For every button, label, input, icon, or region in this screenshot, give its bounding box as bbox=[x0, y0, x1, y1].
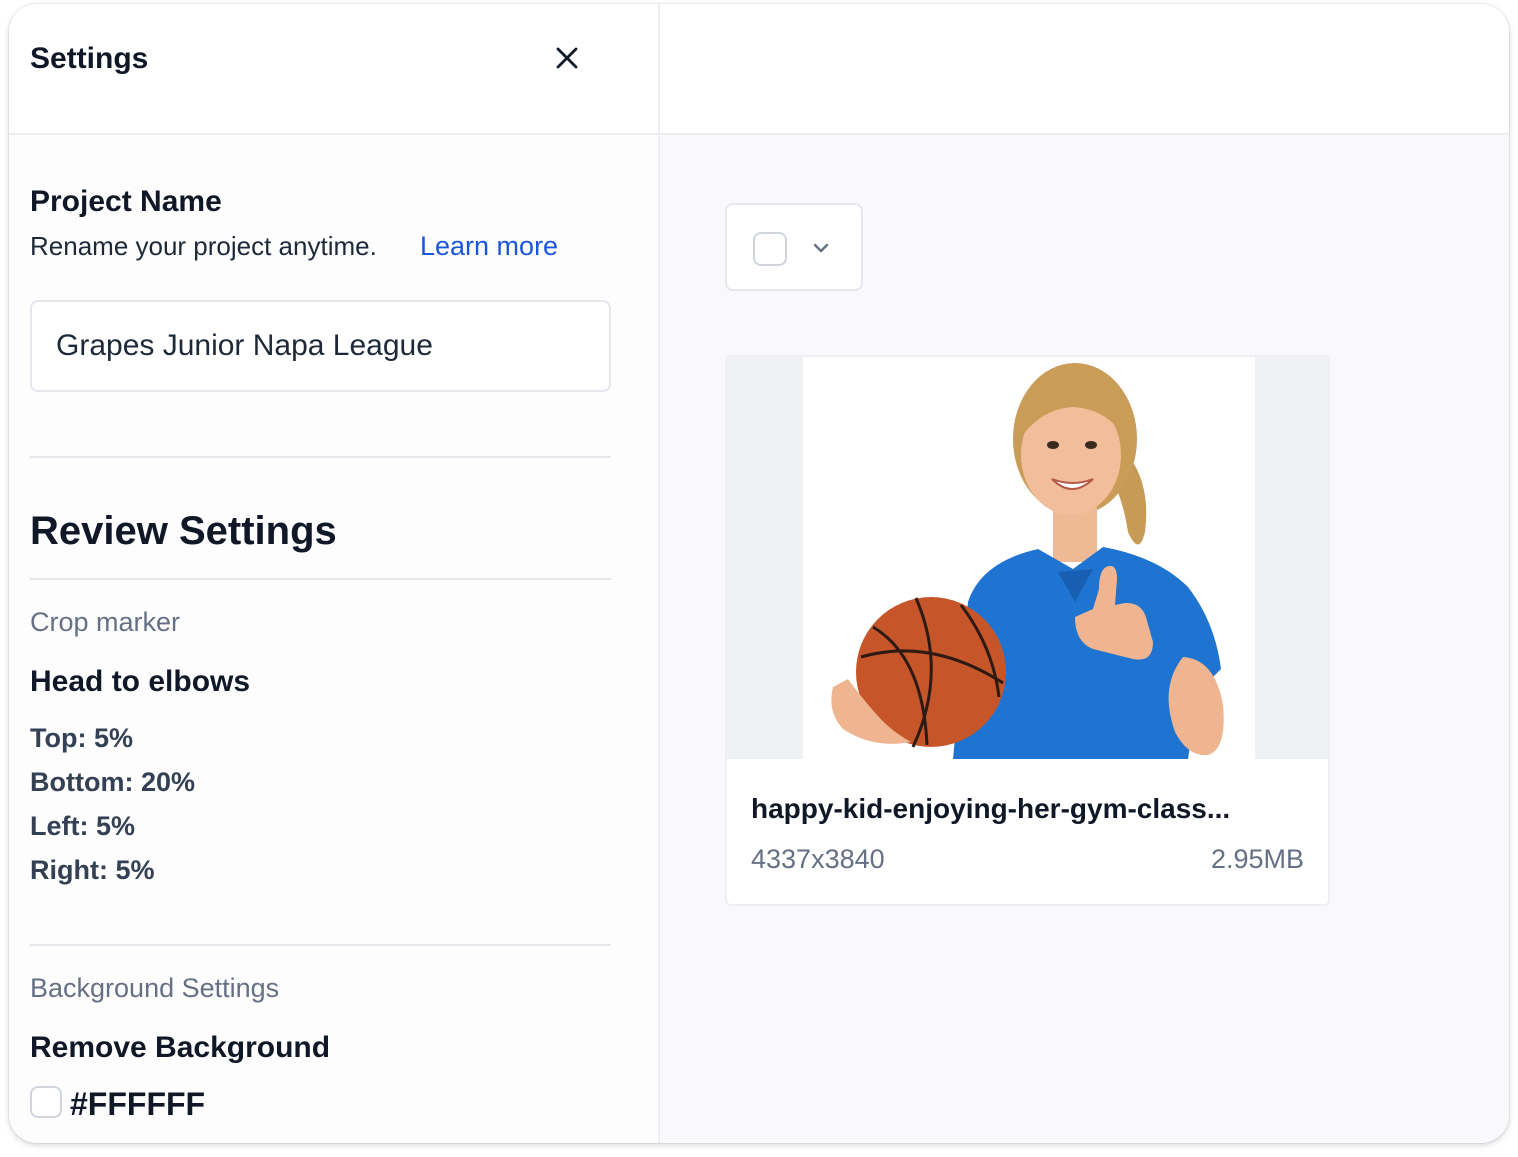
crop-marker-value: Head to elbows bbox=[30, 665, 251, 698]
project-name-title: Project Name bbox=[30, 185, 222, 218]
section-divider bbox=[30, 944, 611, 946]
close-button[interactable] bbox=[549, 40, 585, 76]
close-icon bbox=[556, 47, 578, 69]
review-settings-title: Review Settings bbox=[30, 509, 337, 553]
crop-left: Left: 5% bbox=[30, 811, 136, 841]
image-thumbnail bbox=[727, 357, 1328, 759]
project-name-input[interactable] bbox=[30, 300, 611, 392]
section-divider bbox=[30, 456, 611, 458]
background-settings-label: Background Settings bbox=[30, 973, 280, 1003]
crop-bottom: Bottom: 20% bbox=[30, 767, 196, 797]
select-all-checkbox[interactable] bbox=[753, 232, 787, 266]
settings-panel: Settings Project Name Rename your projec… bbox=[9, 4, 660, 1143]
file-name: happy-kid-enjoying-her-gym-class... bbox=[751, 793, 1231, 824]
settings-header: Settings bbox=[9, 4, 658, 135]
background-color-checkbox[interactable] bbox=[30, 1086, 62, 1118]
background-color-value: #FFFFFF bbox=[70, 1086, 206, 1122]
learn-more-link[interactable]: Learn more bbox=[420, 231, 558, 262]
project-name-description: Rename your project anytime. bbox=[30, 231, 377, 261]
file-size: 2.95MB bbox=[1210, 844, 1304, 874]
crop-top: Top: 5% bbox=[30, 723, 133, 753]
settings-window: Settings Project Name Rename your projec… bbox=[9, 4, 1509, 1143]
crop-marker-label: Crop marker bbox=[30, 607, 181, 637]
remove-background-value: Remove Background bbox=[30, 1031, 331, 1064]
preview-header bbox=[660, 4, 1509, 135]
settings-title: Settings bbox=[30, 42, 149, 75]
section-divider bbox=[30, 578, 611, 580]
file-dimensions: 4337x3840 bbox=[751, 844, 885, 874]
crop-right: Right: 5% bbox=[30, 855, 155, 885]
kid-photo bbox=[803, 357, 1255, 759]
image-card[interactable]: happy-kid-enjoying-her-gym-class... 4337… bbox=[725, 355, 1330, 906]
preview-area: happy-kid-enjoying-her-gym-class... 4337… bbox=[660, 4, 1509, 1143]
chevron-down-icon bbox=[813, 243, 829, 253]
select-all-dropdown[interactable] bbox=[725, 203, 863, 291]
